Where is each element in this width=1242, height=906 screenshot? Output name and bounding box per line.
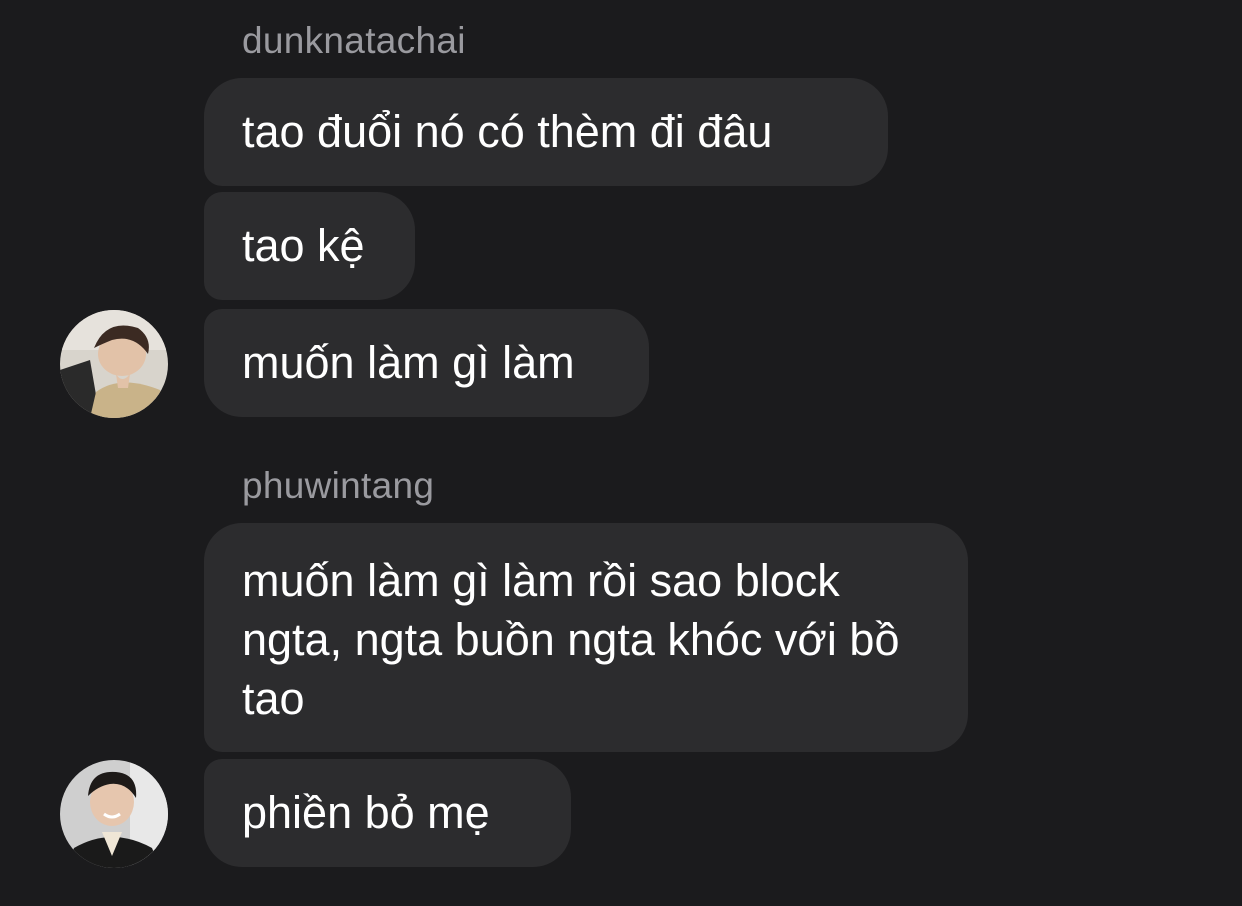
sender-name: dunknatachai	[242, 20, 466, 61]
message-text: tao đuổi nó có thèm đi đâu	[242, 106, 773, 157]
message-bubble[interactable]: tao kệ	[204, 192, 415, 300]
message-text: muốn làm gì làm	[242, 337, 575, 388]
message-bubble[interactable]: phiền bỏ mẹ	[204, 759, 571, 867]
avatar-photo	[60, 760, 168, 868]
message-bubble[interactable]: muốn làm gì làm rồi sao block ngta, ngta…	[204, 523, 968, 752]
avatar[interactable]	[60, 310, 168, 418]
message-text: muốn làm gì làm rồi sao block ngta, ngta…	[242, 555, 900, 724]
chat-thread: dunknatachai tao đuổi nó có thèm đi đâu …	[0, 0, 1242, 906]
avatar[interactable]	[60, 760, 168, 868]
message-bubble[interactable]: muốn làm gì làm	[204, 309, 649, 417]
avatar-photo	[60, 310, 168, 418]
sender-name: phuwintang	[242, 465, 435, 506]
message-text: tao kệ	[242, 220, 365, 271]
message-bubble[interactable]: tao đuổi nó có thèm đi đâu	[204, 78, 888, 186]
message-text: phiền bỏ mẹ	[242, 787, 490, 838]
